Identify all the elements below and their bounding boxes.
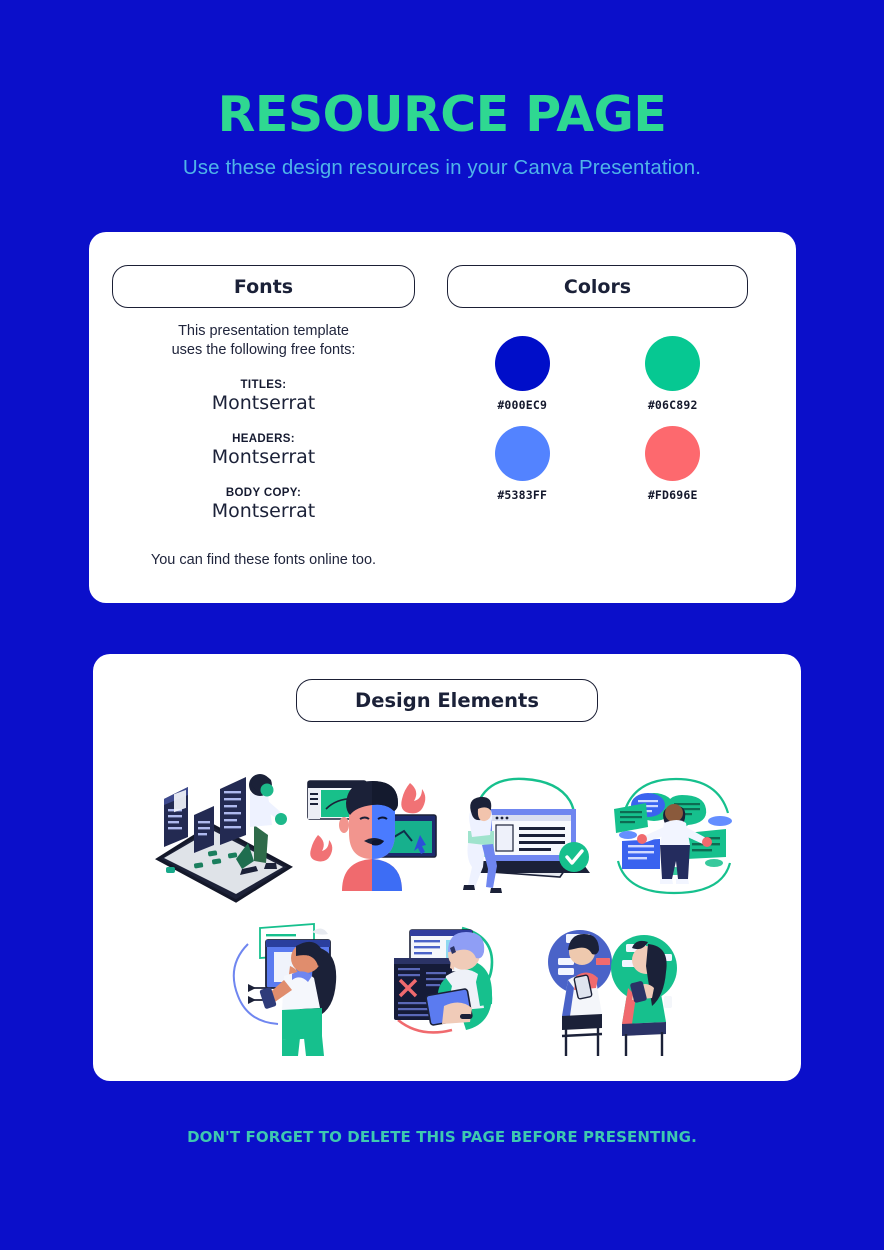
swatch-light-blue: #5383FF (494, 426, 550, 502)
font-group-body-copy: BODY COPY: Montserrat (112, 487, 415, 522)
colors-heading-pill: Colors (447, 265, 748, 308)
fonts-heading-label: Fonts (233, 275, 294, 298)
illustration-person-with-speech-bubbles[interactable] (598, 757, 748, 907)
footer-note: DON'T FORGET TO DELETE THIS PAGE BEFORE … (187, 1128, 697, 1146)
illustration-two-people-on-phones[interactable] (538, 908, 682, 1058)
illustration-laptop-with-checkmark[interactable] (448, 757, 598, 907)
illustration-row-2 (222, 908, 682, 1058)
swatch-dot-dark-blue (494, 336, 550, 391)
illustration-split-face-with-windows[interactable] (298, 757, 448, 907)
page-subtitle: Use these design resources in your Canva… (182, 156, 702, 179)
font-group-headers: HEADERS: Montserrat (112, 433, 415, 468)
fonts-intro-line-2: uses the following free fonts: (171, 342, 356, 358)
design-elements-heading-label: Design Elements (355, 689, 539, 712)
font-role-titles: TITLES: (240, 379, 287, 391)
font-name-body-copy: Montserrat (211, 500, 316, 522)
font-group-titles: TITLES: Montserrat (112, 379, 415, 414)
illustration-woman-with-phone-and-screens[interactable] (222, 908, 366, 1058)
swatch-green: #06C892 (645, 336, 701, 412)
colors-heading-label: Colors (563, 275, 632, 298)
swatch-dot-green (645, 336, 701, 391)
fonts-footnote: You can find these fonts online too. (150, 552, 377, 568)
color-swatch-grid: #000EC9 #06C892 #5383FF #FD696E (447, 336, 748, 502)
swatch-coral: #FD696E (645, 426, 701, 502)
font-name-headers: Montserrat (211, 446, 316, 468)
fonts-content: This presentation template uses the foll… (112, 322, 415, 568)
swatch-dot-coral (645, 426, 701, 481)
fonts-heading-pill: Fonts (112, 265, 415, 308)
design-elements-heading-pill: Design Elements (296, 679, 598, 722)
fonts-intro: This presentation template uses the foll… (112, 322, 415, 360)
swatch-dot-light-blue (494, 426, 550, 481)
font-name-titles: Montserrat (211, 392, 316, 414)
fonts-intro-line-1: This presentation template (178, 323, 349, 339)
illustration-row-1 (148, 757, 748, 907)
page-title: RESOURCE PAGE (217, 86, 667, 143)
swatch-label-green: #06C892 (647, 398, 698, 412)
font-role-headers: HEADERS: (232, 433, 295, 445)
illustration-person-tablet-red-x[interactable] (380, 908, 524, 1058)
swatch-dark-blue: #000EC9 (494, 336, 550, 412)
swatch-label-light-blue: #5383FF (497, 488, 548, 502)
illustration-person-walking-on-tablet[interactable] (148, 757, 298, 907)
swatch-label-dark-blue: #000EC9 (497, 398, 548, 412)
resource-page: RESOURCE PAGE Use these design resources… (0, 0, 884, 1250)
swatch-label-coral: #FD696E (647, 488, 698, 502)
font-role-body-copy: BODY COPY: (225, 487, 302, 499)
